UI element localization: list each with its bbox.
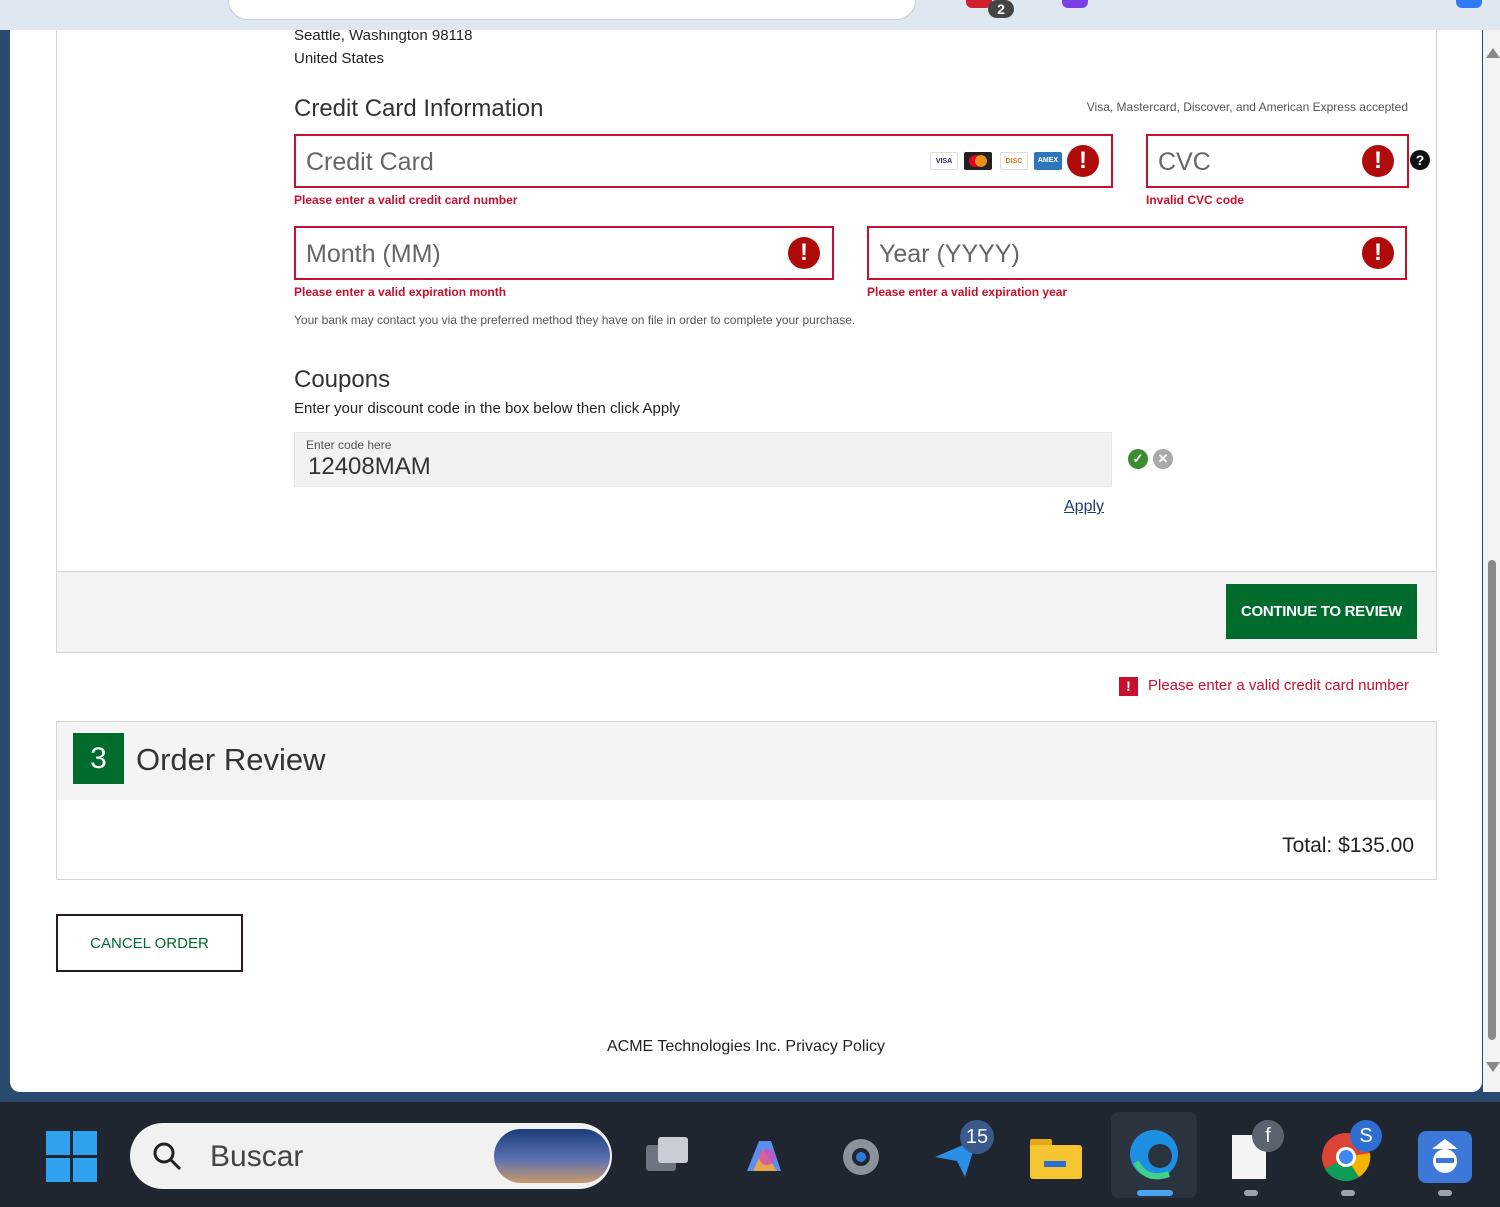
year-error: Please enter a valid expiration year — [867, 285, 1068, 299]
active-app-indicator — [1137, 1190, 1173, 1196]
address-bar[interactable] — [228, 0, 916, 20]
scroll-thumb[interactable] — [1488, 560, 1496, 1040]
checkout-page: Seattle, Washington 98118 United States … — [10, 30, 1482, 1092]
clear-coupon-icon[interactable]: ✕ — [1153, 449, 1173, 469]
coupons-heading: Coupons — [294, 366, 391, 393]
error-icon: ! — [1362, 237, 1394, 269]
accepted-cards-note: Visa, Mastercard, Discover, and American… — [1086, 100, 1408, 114]
taskbar-search-box[interactable]: Buscar — [130, 1123, 612, 1189]
page-scrollbar[interactable] — [1483, 30, 1500, 1092]
payment-section — [56, 30, 1437, 653]
order-review-body: Total: $135.00 — [56, 800, 1437, 880]
address-city-line: Seattle, Washington 98118 — [294, 30, 473, 44]
cvc-field[interactable]: CVC ! — [1146, 134, 1409, 188]
error-icon: ! — [1067, 145, 1099, 177]
chrome-profile-badge: S — [1350, 1120, 1382, 1152]
messages-badge: 15 — [960, 1120, 994, 1154]
cvc-placeholder: CVC — [1158, 148, 1211, 176]
discover-icon: DISC — [1000, 152, 1028, 170]
check-icon: ✓ — [1128, 449, 1148, 469]
cvc-error: Invalid CVC code — [1146, 193, 1245, 207]
mastercard-icon — [964, 152, 992, 170]
order-total: Total: $135.00 — [1282, 834, 1414, 857]
credit-card-field[interactable]: Credit Card VISA DISC AMEX ! — [294, 134, 1113, 188]
browser-toolbar: 2 — [0, 0, 1500, 30]
help-icon[interactable]: ? — [1410, 150, 1430, 170]
apply-coupon-link[interactable]: Apply — [1064, 498, 1104, 516]
order-review-header[interactable]: 3 Order Review — [56, 721, 1437, 801]
edge-browser-icon[interactable] — [1111, 1112, 1197, 1198]
credit-card-placeholder: Credit Card — [306, 148, 434, 176]
address-country-line: United States — [294, 50, 385, 67]
expiration-month-field[interactable]: Month (MM) ! — [294, 226, 834, 280]
error-icon: ! — [788, 237, 820, 269]
search-highlight-image — [494, 1129, 610, 1183]
search-placeholder: Buscar — [210, 1140, 304, 1173]
scroll-down-arrow-icon[interactable] — [1486, 1062, 1500, 1072]
cancel-order-button[interactable]: CANCEL ORDER — [56, 914, 243, 972]
visa-icon: VISA — [930, 152, 958, 170]
payment-error-message: Please enter a valid credit card number — [1148, 677, 1409, 694]
windows-start-icon[interactable] — [46, 1131, 98, 1183]
coupons-instructions: Enter your discount code in the box belo… — [294, 400, 681, 417]
order-review-title: Order Review — [136, 742, 326, 777]
expiration-year-field[interactable]: Year (YYYY) ! — [867, 226, 1407, 280]
task-view-icon[interactable] — [640, 1131, 694, 1183]
amex-icon: AMEX — [1034, 152, 1062, 170]
bank-contact-note: Your bank may contact you via the prefer… — [294, 313, 856, 327]
month-placeholder: Month (MM) — [306, 240, 441, 268]
coupon-code-input[interactable]: Enter code here 12408MAM — [294, 432, 1112, 487]
settings-gear-icon[interactable] — [834, 1131, 888, 1183]
running-indicator — [1244, 1190, 1258, 1196]
files-badge: f — [1252, 1120, 1284, 1152]
credit-card-error: Please enter a valid credit card number — [294, 193, 518, 207]
year-placeholder: Year (YYYY) — [879, 240, 1020, 268]
notification-badge: 2 — [988, 0, 1014, 18]
credit-card-heading: Credit Card Information — [294, 95, 544, 122]
copilot-icon[interactable] — [737, 1131, 791, 1183]
file-explorer-icon[interactable] — [1028, 1131, 1082, 1183]
footer-privacy-text[interactable]: ACME Technologies Inc. Privacy Policy — [10, 1038, 1482, 1056]
running-indicator — [1341, 1190, 1355, 1196]
month-error: Please enter a valid expiration month — [294, 285, 507, 299]
error-icon: ! — [1362, 145, 1394, 177]
continue-to-review-button[interactable]: CONTINUE TO REVIEW — [1226, 584, 1417, 639]
scroll-up-arrow-icon[interactable] — [1486, 48, 1500, 58]
search-icon — [153, 1142, 182, 1171]
copilot-icon[interactable] — [1456, 0, 1482, 8]
coupon-field-label: Enter code here — [306, 438, 392, 452]
coupon-field-value: 12408MAM — [308, 453, 431, 480]
alert-icon: ! — [1119, 677, 1138, 696]
running-indicator — [1438, 1190, 1452, 1196]
extension-icon[interactable] — [1062, 0, 1088, 8]
agent-app-icon[interactable] — [1418, 1131, 1472, 1183]
step-number-badge: 3 — [73, 733, 124, 784]
